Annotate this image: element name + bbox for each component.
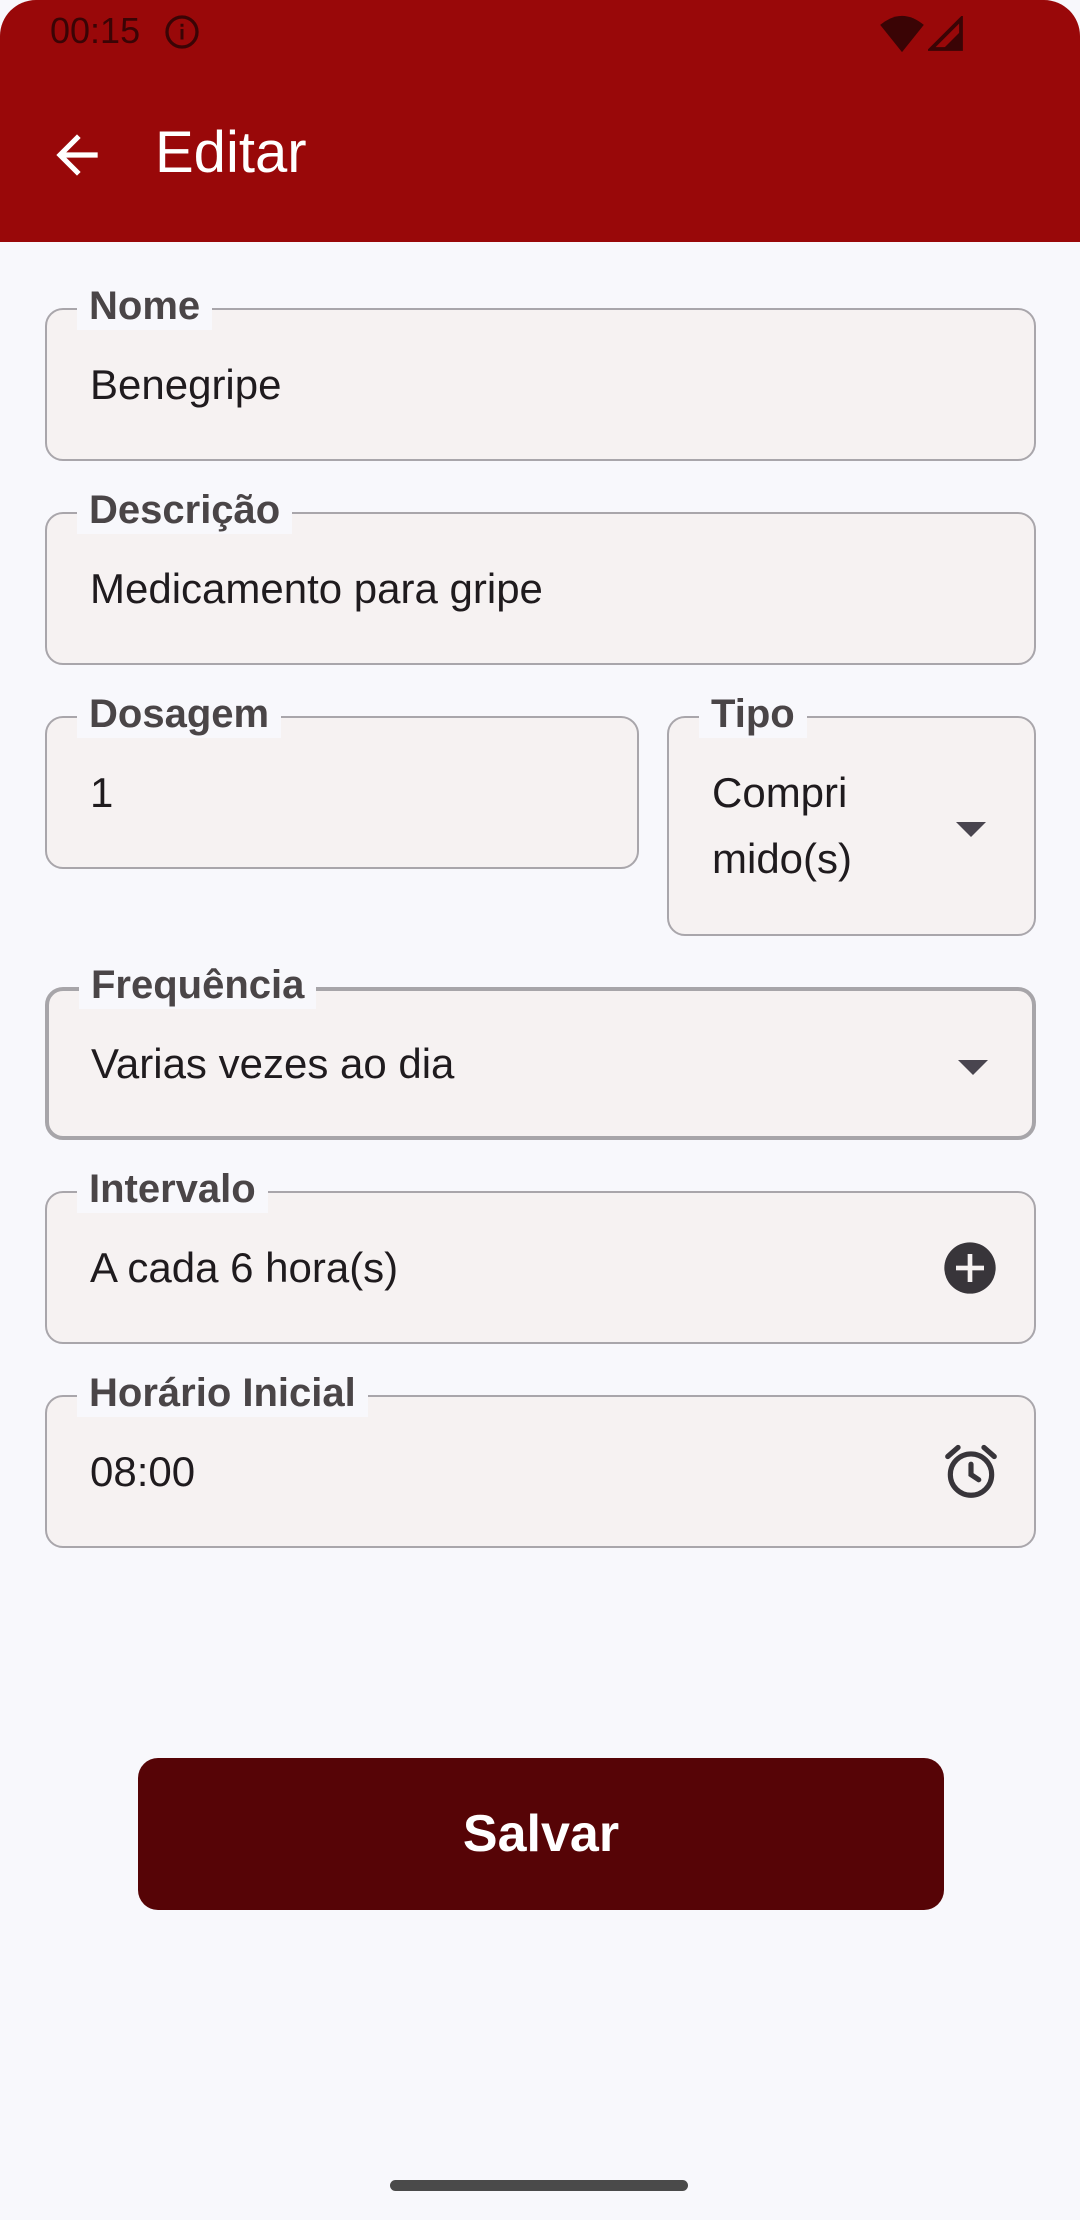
arrow-drop-down-icon — [958, 1060, 988, 1075]
tipo-dropdown[interactable]: Tipo Compri mido(s) — [667, 690, 1036, 936]
tipo-value-line2: mido(s) — [712, 835, 853, 882]
info-icon — [165, 15, 199, 49]
tipo-label: Tipo — [699, 690, 807, 738]
save-button[interactable]: Salvar — [138, 1758, 944, 1910]
arrow-back-icon[interactable] — [46, 124, 108, 186]
alarm-icon[interactable] — [940, 1441, 1002, 1503]
descricao-field[interactable]: Descrição Medicamento para gripe — [45, 486, 1036, 665]
dosagem-value: 1 — [90, 769, 114, 816]
dosagem-label: Dosagem — [77, 690, 282, 738]
wifi-icon — [880, 15, 924, 53]
intervalo-field[interactable]: Intervalo A cada 6 hora(s) — [45, 1165, 1036, 1344]
dosagem-field[interactable]: Dosagem 1 — [45, 690, 639, 869]
arrow-drop-down-icon — [956, 822, 986, 837]
nome-label: Nome — [77, 282, 213, 330]
horario-inicial-value: 08:00 — [90, 1448, 196, 1495]
nome-field[interactable]: Nome Benegripe — [45, 282, 1036, 461]
home-indicator[interactable] — [390, 2180, 688, 2191]
horario-inicial-label: Horário Inicial — [77, 1369, 368, 1417]
intervalo-label: Intervalo — [77, 1165, 268, 1213]
signal-icon — [928, 16, 963, 51]
horario-inicial-field[interactable]: Horário Inicial 08:00 — [45, 1369, 1036, 1548]
frequencia-label: Frequência — [79, 961, 317, 1009]
descricao-label: Descrição — [77, 486, 293, 534]
status-icons — [880, 14, 964, 54]
status-time: 00:15 — [50, 10, 141, 51]
descricao-value: Medicamento para gripe — [90, 565, 543, 612]
top-app-bar: 00:15 Editar — [0, 0, 1080, 242]
add-circle-icon[interactable] — [942, 1240, 998, 1296]
intervalo-value: A cada 6 hora(s) — [90, 1244, 399, 1291]
page-title: Editar — [155, 120, 307, 185]
frequencia-dropdown[interactable]: Frequência Varias vezes ao dia — [45, 961, 1036, 1140]
tipo-value-line1: Compri — [712, 769, 848, 816]
frequencia-value: Varias vezes ao dia — [91, 1040, 455, 1087]
nome-value: Benegripe — [90, 361, 282, 408]
